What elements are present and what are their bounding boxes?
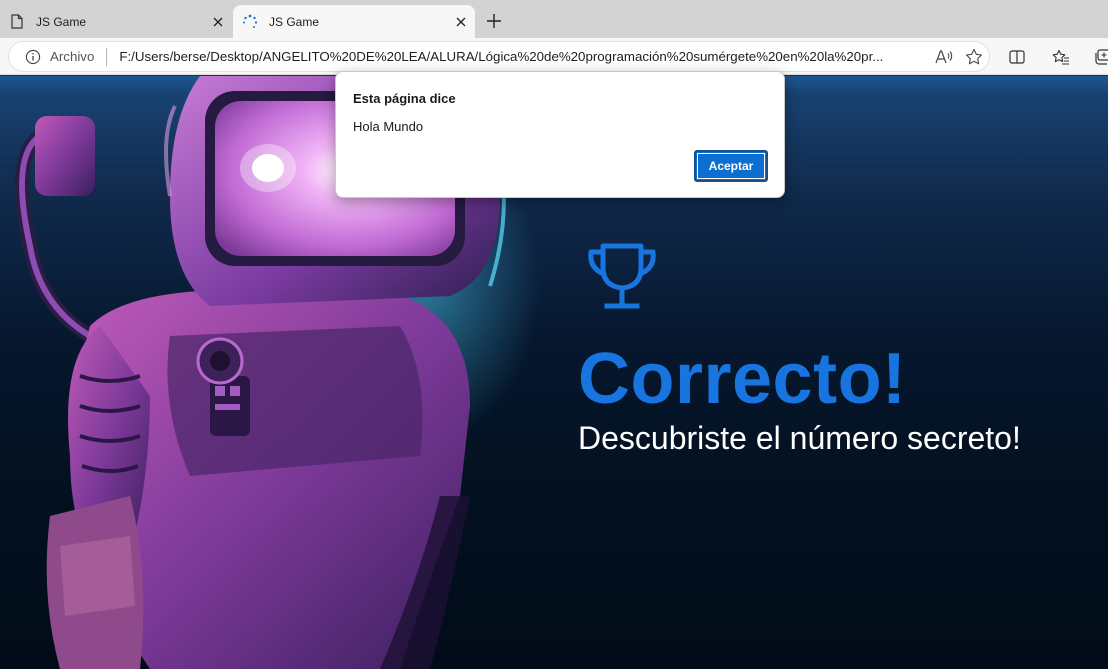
trophy-icon [588, 243, 656, 309]
page-icon [8, 13, 26, 31]
collections-icon[interactable] [1088, 44, 1108, 70]
read-aloud-icon[interactable] [929, 43, 959, 71]
accept-button[interactable]: Aceptar [694, 150, 768, 182]
loading-spinner-icon [241, 13, 259, 31]
result-heading: Correcto! [578, 339, 907, 419]
address-bar[interactable]: Archivo F:/Users/berse/Desktop/ANGELITO%… [8, 41, 990, 72]
alert-title: Esta página dice [353, 91, 456, 106]
favorites-icon[interactable] [1046, 44, 1076, 70]
url-text[interactable]: F:/Users/berse/Desktop/ANGELITO%20DE%20L… [119, 49, 929, 64]
alert-message: Hola Mundo [353, 119, 424, 134]
tab-js-game-2[interactable]: JS Game [233, 5, 475, 38]
browser-toolbar: Archivo F:/Users/berse/Desktop/ANGELITO%… [0, 38, 1108, 75]
info-icon[interactable] [24, 48, 42, 66]
close-tab-icon[interactable] [449, 10, 473, 34]
split-screen-icon[interactable] [1002, 44, 1032, 70]
favorite-star-icon[interactable] [959, 43, 989, 71]
close-tab-icon[interactable] [206, 10, 230, 34]
tab-strip: JS Game JS Game [0, 0, 1108, 38]
alert-dialog: Esta página dice Hola Mundo Aceptar [335, 71, 785, 198]
plus-icon [487, 14, 501, 28]
divider [106, 47, 108, 66]
new-tab-button[interactable] [480, 7, 508, 35]
result-subheading: Descubriste el número secreto! [578, 420, 1021, 456]
scheme-label: Archivo [50, 49, 95, 64]
tab-title: JS Game [269, 14, 320, 29]
tab-title: JS Game [36, 14, 87, 29]
tab-js-game-1[interactable]: JS Game [0, 5, 232, 38]
